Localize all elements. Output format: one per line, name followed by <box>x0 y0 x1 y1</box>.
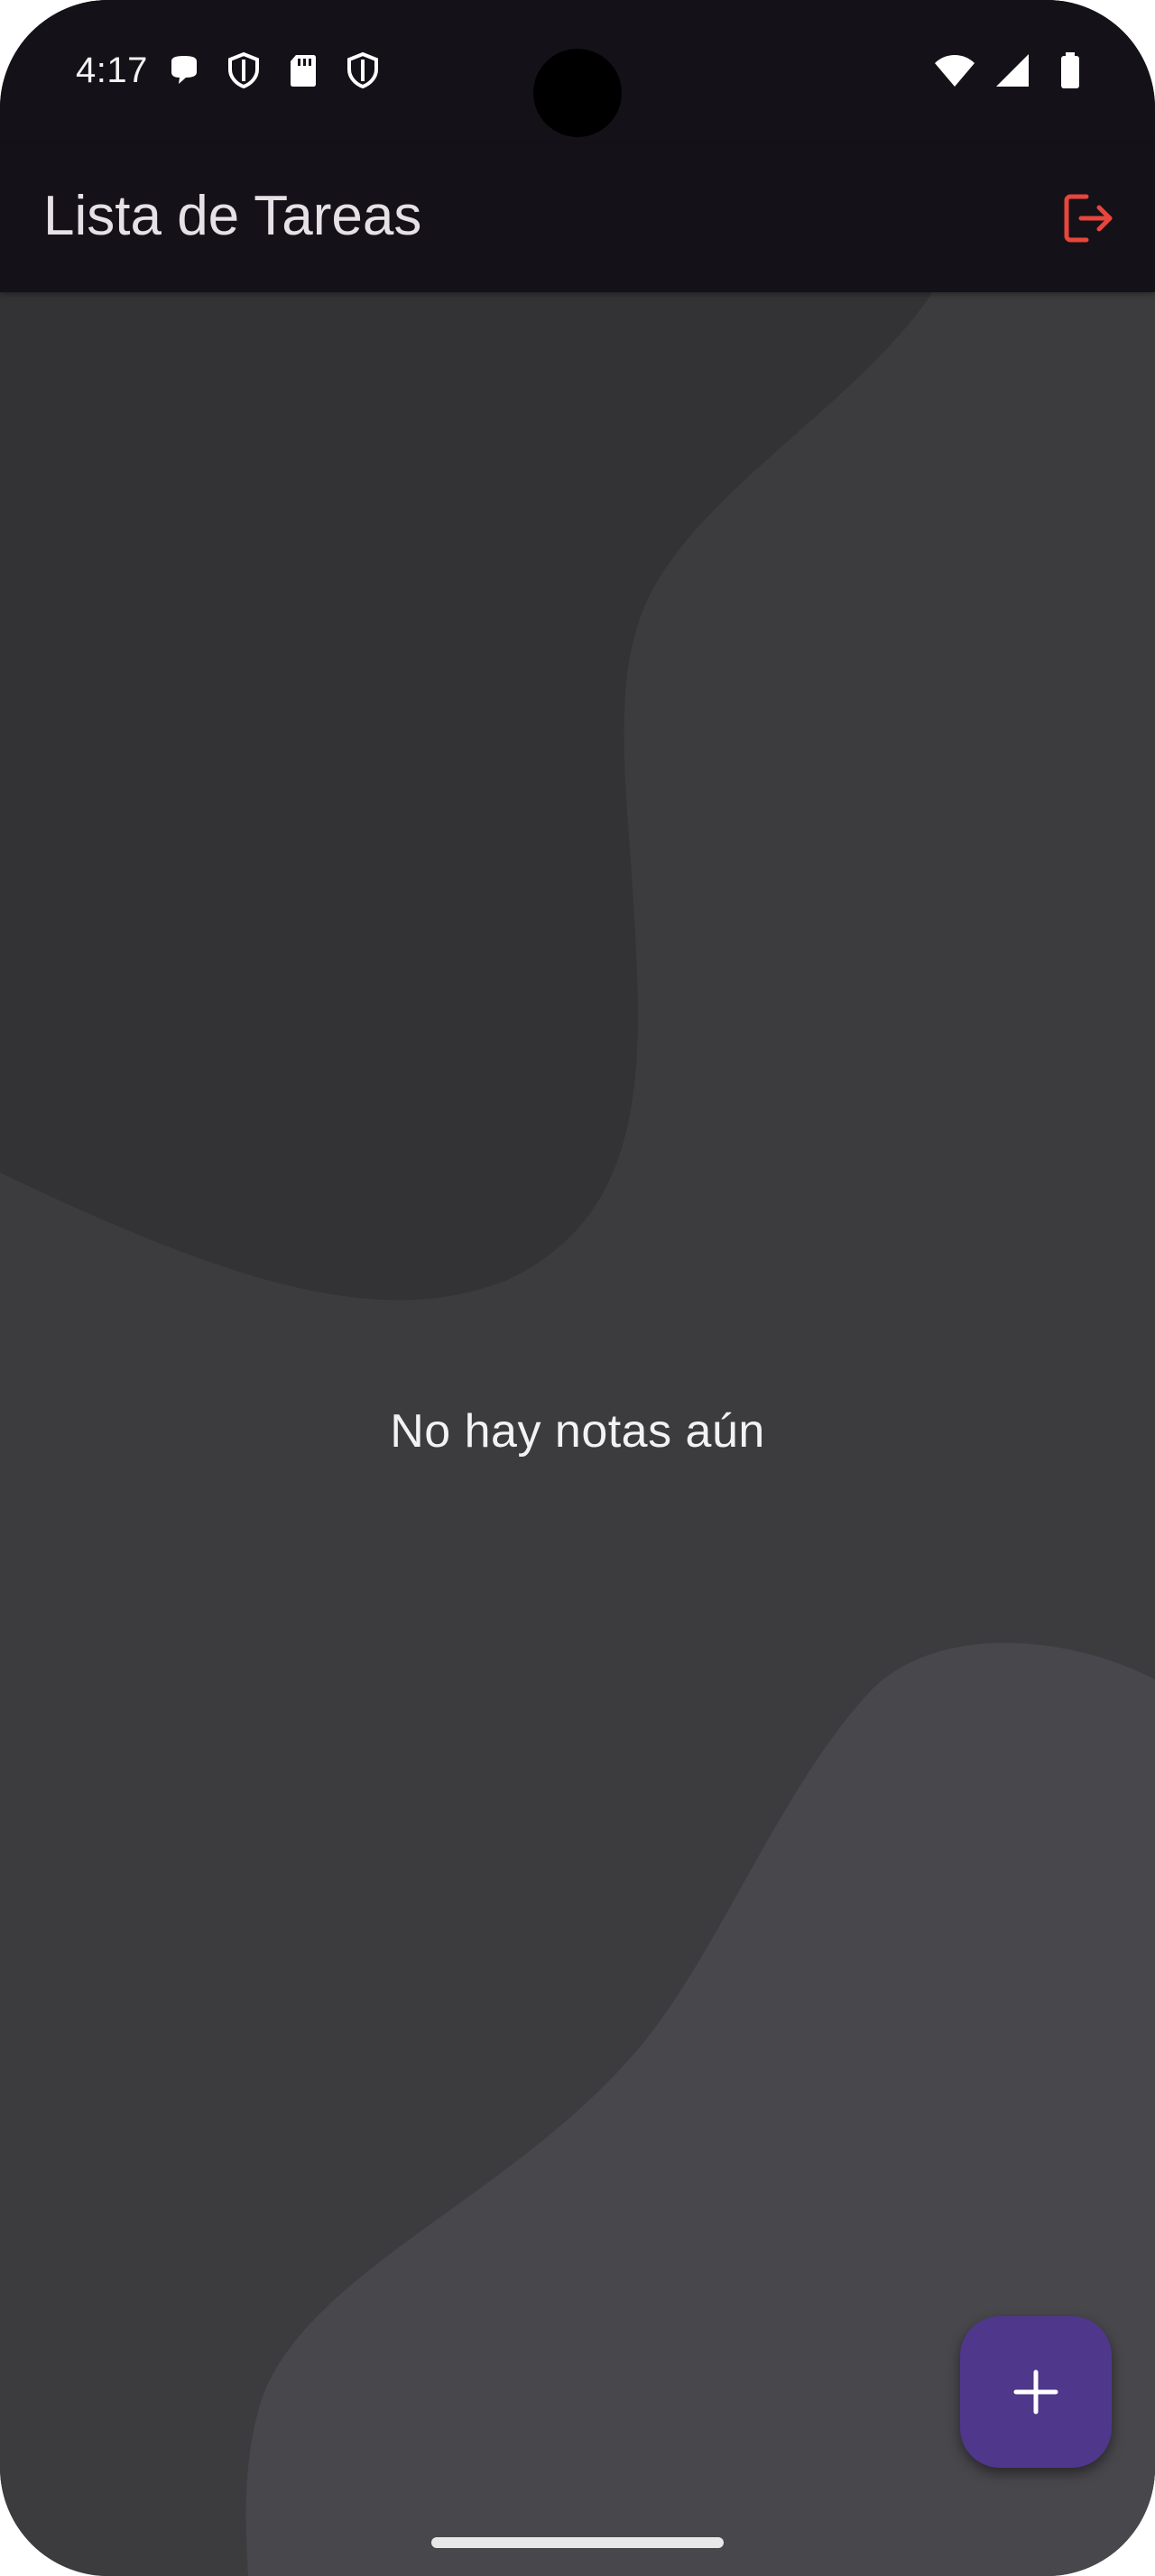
add-note-button[interactable] <box>960 2316 1112 2468</box>
logout-button[interactable] <box>1050 180 1126 256</box>
system-icons <box>933 49 1092 92</box>
background-waves <box>0 0 1155 2576</box>
status-time: 4:17 <box>76 51 148 90</box>
plus-icon <box>1013 2369 1058 2415</box>
notification-icons <box>162 49 384 92</box>
cellular-signal-icon <box>996 54 1029 87</box>
app-bar: Lista de Tareas <box>0 144 1155 292</box>
empty-state-message: No hay notas aún <box>390 1405 765 1458</box>
logout-icon <box>1064 194 1113 243</box>
wifi-icon <box>935 55 975 87</box>
home-indicator[interactable] <box>431 2537 724 2548</box>
front-camera-cutout <box>533 49 622 137</box>
chat-bubble-icon <box>171 56 197 84</box>
shield-icon <box>228 51 259 89</box>
page-title: Lista de Tareas <box>43 185 422 247</box>
sd-card-icon <box>291 55 316 87</box>
battery-icon <box>1061 52 1079 88</box>
phone-screen: 4:17 Lista de Tareas No hay notas aún <box>0 0 1155 2576</box>
shield-icon <box>347 51 378 89</box>
status-bar: 4:17 <box>0 0 1155 144</box>
